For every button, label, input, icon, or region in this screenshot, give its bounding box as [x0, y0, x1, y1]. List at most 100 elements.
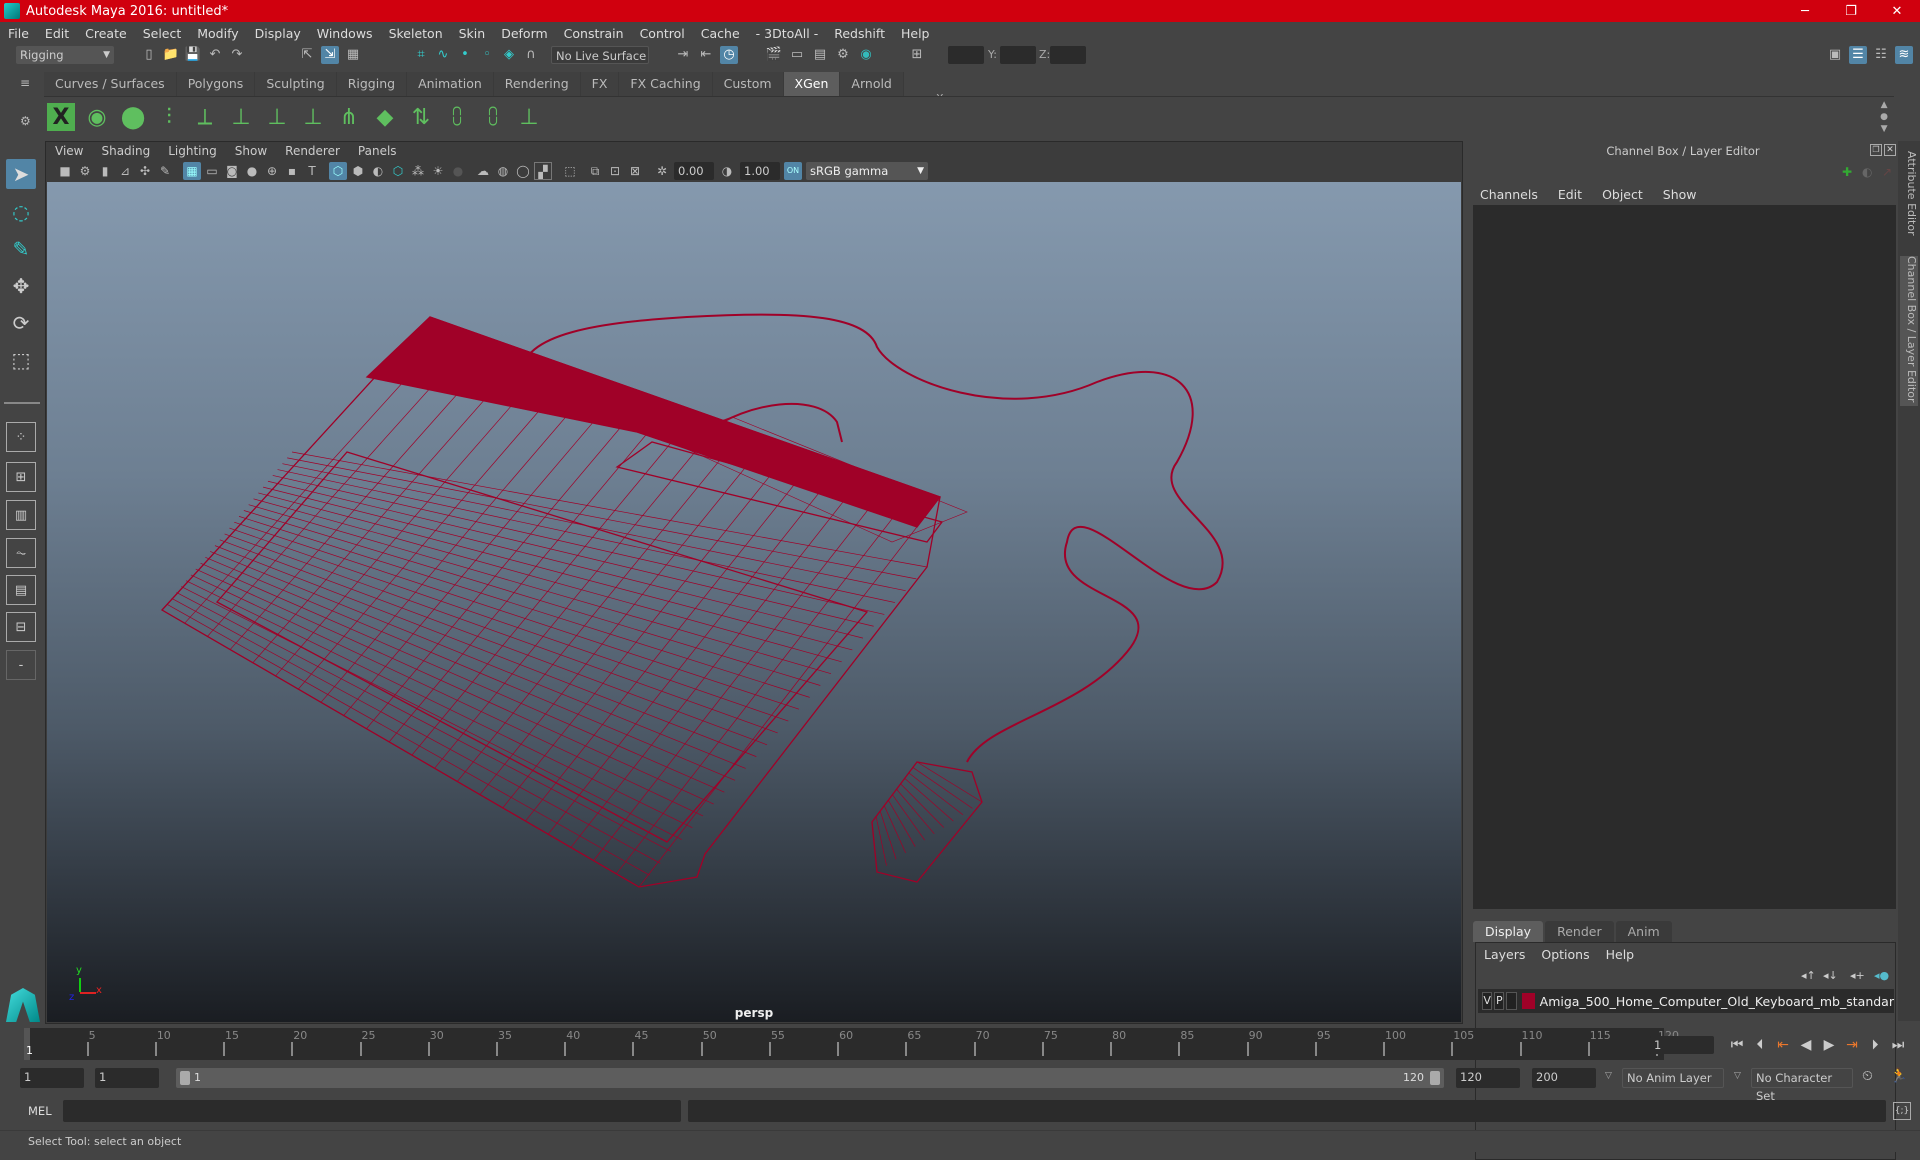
menu-edit[interactable]: Edit	[37, 26, 77, 41]
select-object-icon[interactable]: ⇲	[321, 46, 339, 64]
layer-playback-toggle[interactable]: P	[1494, 992, 1505, 1010]
persp-graph-outliner-layout-icon[interactable]: ⊟	[6, 612, 36, 642]
xgen-editor-icon[interactable]: X	[47, 103, 75, 131]
anim-layer-field[interactable]: No Anim Layer	[1622, 1068, 1724, 1088]
xgen-lock-guide-icon[interactable]: ⊥	[299, 103, 327, 131]
persp-outliner-layout-icon[interactable]: ▥	[6, 500, 36, 530]
shelf-tab-rigging[interactable]: Rigging	[336, 72, 408, 96]
layer-display-type-toggle[interactable]	[1506, 992, 1517, 1010]
modeling-toolkit-icon[interactable]: ▣	[1826, 46, 1844, 64]
script-editor-icon[interactable]: {;}	[1893, 1102, 1911, 1120]
channel-box-toggle-icon[interactable]: ≋	[1895, 46, 1913, 64]
menu-3dtoall[interactable]: - 3DtoAll -	[748, 26, 827, 41]
layer-name[interactable]: Amiga_500_Home_Computer_Old_Keyboard_mb_…	[1540, 994, 1894, 1009]
layer-visibility-toggle[interactable]: V	[1482, 992, 1493, 1010]
render-settings-icon[interactable]: ⚙	[834, 46, 852, 64]
range-start-handle[interactable]	[180, 1071, 190, 1085]
menu-file[interactable]: File	[0, 26, 37, 41]
layer-menu-options[interactable]: Options	[1533, 945, 1597, 965]
tool-settings-icon[interactable]: ☷	[1872, 46, 1890, 64]
xgen-add-guide-icon[interactable]: ⫶	[155, 103, 183, 131]
menu-deform[interactable]: Deform	[493, 26, 555, 41]
menu-windows[interactable]: Windows	[309, 26, 381, 41]
character-set-dropdown-icon[interactable]: ▽	[1734, 1071, 1741, 1081]
hypershade-layout-icon[interactable]: ▤	[6, 575, 36, 605]
safe-action-icon[interactable]: ▪	[283, 162, 301, 180]
menu-skin[interactable]: Skin	[451, 26, 494, 41]
shelf-tab-sculpting[interactable]: Sculpting	[255, 72, 337, 96]
select-component-icon[interactable]: ▦	[344, 46, 362, 64]
smooth-shading-icon[interactable]: ⬢	[349, 162, 367, 180]
more-layouts-icon[interactable]: -	[6, 650, 36, 680]
color-management-toggle[interactable]: ON	[784, 162, 802, 180]
float-panel-icon[interactable]: ❐	[1870, 144, 1882, 156]
step-forward-frame-icon[interactable]: ⇥	[1843, 1036, 1861, 1054]
render-frame-icon[interactable]: ▭	[788, 46, 806, 64]
play-backward-icon[interactable]: ◀	[1797, 1036, 1815, 1054]
xray-joints-icon[interactable]: ⊡	[606, 162, 624, 180]
viewport-canvas[interactable]: y x z persp	[47, 182, 1461, 1022]
shelf-tab-animation[interactable]: Animation	[407, 72, 494, 96]
construction-history-icon[interactable]: ◷	[720, 46, 738, 64]
channel-menu-show[interactable]: Show	[1653, 185, 1707, 205]
grid-toggle-icon[interactable]: ▦	[183, 162, 201, 180]
film-gate-icon[interactable]: ▭	[203, 162, 221, 180]
snap-curve-icon[interactable]: ∿	[434, 46, 452, 64]
playback-start-field[interactable]: 1	[95, 1068, 159, 1088]
single-perspective-layout-icon[interactable]: ⁘	[6, 422, 36, 452]
snap-grid-icon[interactable]: ⌗	[412, 46, 430, 64]
xgen-length-icon[interactable]: ⇅	[407, 103, 435, 131]
menu-skeleton[interactable]: Skeleton	[381, 26, 451, 41]
scene-start-field[interactable]: 1	[20, 1068, 84, 1088]
viewport-menu-show[interactable]: Show	[226, 142, 276, 160]
step-back-key-icon[interactable]: ⏴	[1751, 1036, 1769, 1054]
menu-modify[interactable]: Modify	[189, 26, 246, 41]
xgen-clear-icon[interactable]: ⬤	[119, 103, 147, 131]
open-scene-icon[interactable]: 📁	[162, 46, 180, 64]
xray-icon[interactable]: ⧉	[586, 162, 604, 180]
viewport-menu-renderer[interactable]: Renderer	[276, 142, 349, 160]
shelf-tab-arnold[interactable]: Arnold	[840, 72, 904, 96]
scale-tool-icon[interactable]: ⬚	[6, 345, 36, 375]
layer-menu-help[interactable]: Help	[1598, 945, 1643, 965]
safe-title-icon[interactable]: T	[303, 162, 321, 180]
play-forward-icon[interactable]: ▶	[1820, 1036, 1838, 1054]
xgen-preview-icon[interactable]: ◉	[83, 103, 111, 131]
snap-view-plane-icon[interactable]: ◦	[478, 46, 496, 64]
manipulator-icon[interactable]: ✚	[1842, 165, 1852, 179]
isolate-select-icon[interactable]: ⬚	[561, 162, 579, 180]
attribute-editor-toggle-icon[interactable]: ☰	[1849, 46, 1867, 64]
save-scene-icon[interactable]: 💾	[184, 46, 202, 64]
character-set-field[interactable]: No Character Set	[1751, 1068, 1853, 1103]
new-layer-from-selected-icon[interactable]: ◂●	[1874, 969, 1889, 982]
channel-list-area[interactable]	[1473, 205, 1896, 909]
y-field[interactable]	[1000, 46, 1036, 64]
magnet-icon[interactable]: ∩	[522, 46, 540, 64]
menu-control[interactable]: Control	[632, 26, 693, 41]
exposure-icon[interactable]: ✲	[653, 162, 671, 180]
rotate-tool-icon[interactable]: ⟳	[6, 308, 36, 338]
speed-icon[interactable]: ◐	[1862, 165, 1872, 179]
range-end-handle[interactable]	[1430, 1071, 1440, 1085]
command-input[interactable]	[63, 1100, 681, 1122]
move-tool-icon[interactable]: ✥	[6, 271, 36, 301]
new-scene-icon[interactable]: ▯	[140, 46, 158, 64]
grease-pencil-icon[interactable]: ✎	[156, 162, 174, 180]
layer-row[interactable]: V P Amiga_500_Home_Computer_Old_Keyboard…	[1478, 989, 1894, 1013]
xgen-guide-visibility-icon[interactable]: ⊥	[263, 103, 291, 131]
x-field[interactable]	[948, 46, 984, 64]
step-back-frame-icon[interactable]: ⇤	[1774, 1036, 1792, 1054]
menu-cache[interactable]: Cache	[693, 26, 748, 41]
xgen-place-guide-icon[interactable]: ⟂	[191, 103, 219, 131]
depth-of-field-icon[interactable]: ▞	[534, 162, 552, 180]
viewport-menu-panels[interactable]: Panels	[349, 142, 406, 160]
wireframe-shading-icon[interactable]: ⬡	[329, 162, 347, 180]
playback-end-field[interactable]: 120	[1456, 1068, 1520, 1088]
menu-create[interactable]: Create	[77, 26, 135, 41]
textured-icon[interactable]: ⁂	[409, 162, 427, 180]
menu-select[interactable]: Select	[135, 26, 190, 41]
xgen-sculpt-icon[interactable]: ◆	[371, 103, 399, 131]
move-layer-down-icon[interactable]: ◂↓	[1823, 969, 1838, 982]
shelf-menu-icon[interactable]: ≡	[20, 76, 34, 90]
field-chart-icon[interactable]: ⊕	[263, 162, 281, 180]
